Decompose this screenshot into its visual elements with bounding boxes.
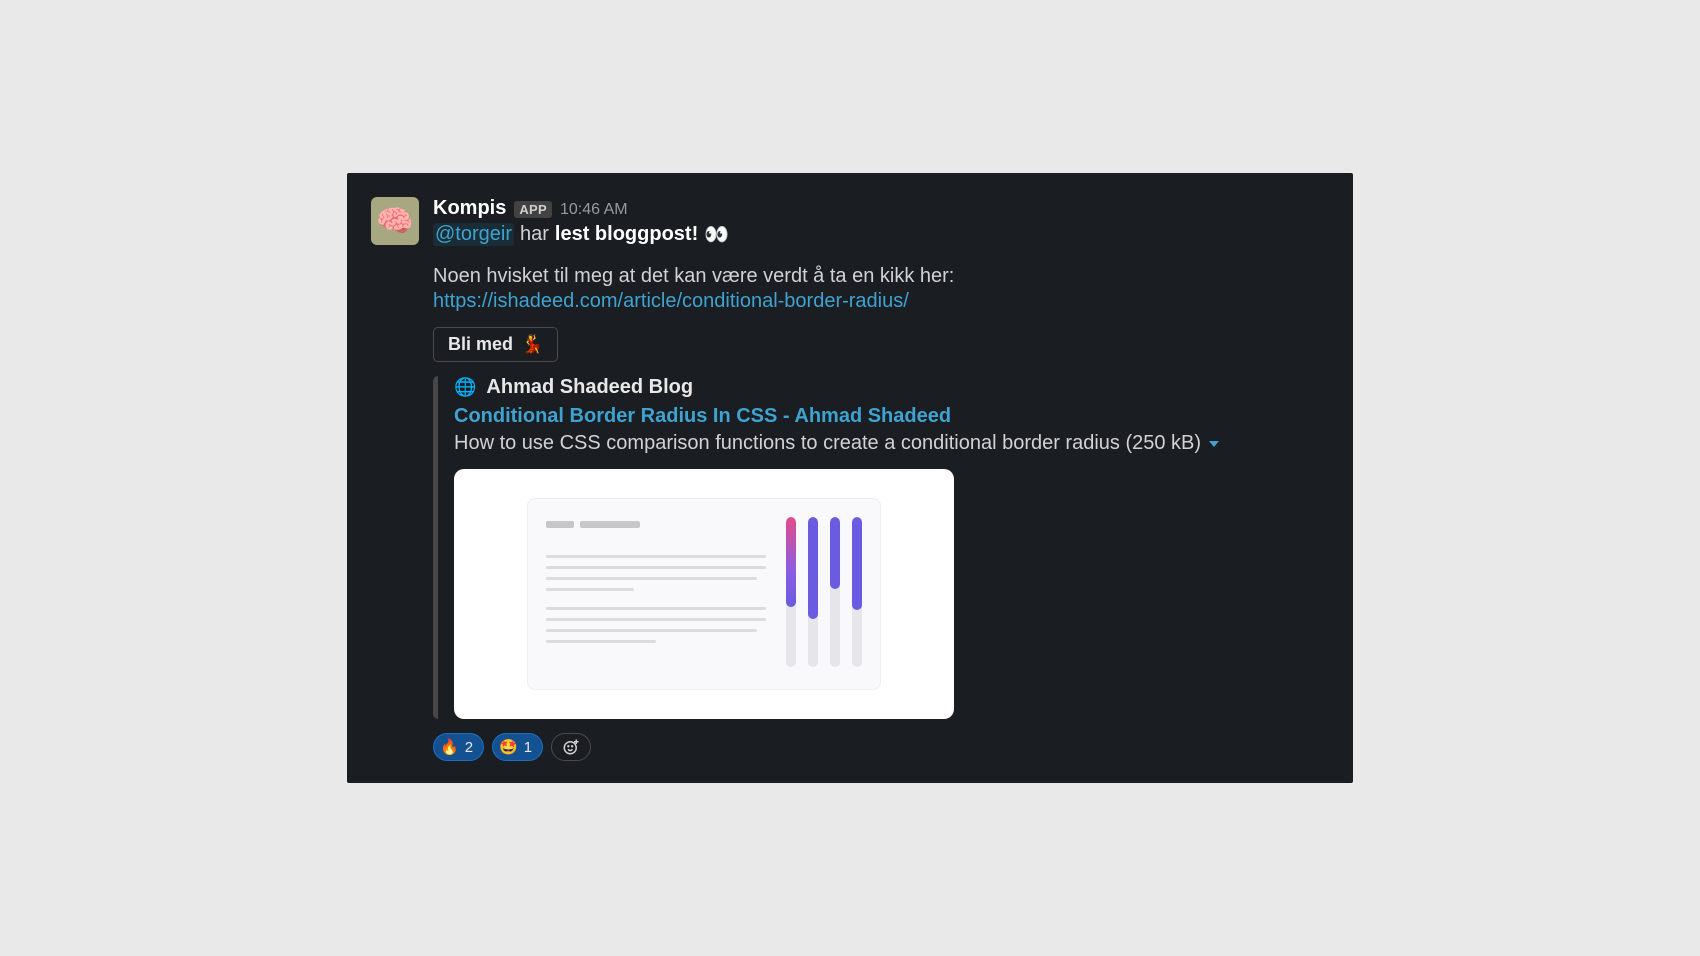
unfurl-title[interactable]: Conditional Border Radius In CSS - Ahmad… [454, 405, 1323, 428]
author-avatar[interactable]: 🧠 [371, 197, 419, 245]
author-name[interactable]: Kompis [433, 197, 506, 220]
message-content: Kompis APP 10:46 AM @torgeir har lest bl… [433, 197, 1323, 761]
reaction-count: 2 [465, 739, 473, 756]
collapse-caret-icon[interactable] [1209, 441, 1219, 447]
message-subject: @torgeir har lest bloggpost! 👀 [433, 222, 1323, 247]
unfurl-description-text: How to use CSS comparison functions to c… [454, 432, 1201, 455]
add-reaction-icon [562, 738, 580, 756]
reaction-starstruck[interactable]: 🤩 1 [492, 733, 543, 761]
join-button-label: Bli med [448, 334, 513, 355]
subject-text-bold: lest bloggpost! [555, 223, 698, 246]
add-reaction-button[interactable] [551, 733, 591, 761]
unfurl-source-name: Ahmad Shadeed Blog [486, 376, 693, 399]
slack-message: 🧠 Kompis APP 10:46 AM @torgeir har lest … [347, 173, 1353, 783]
reactions-bar: 🔥 2 🤩 1 [433, 733, 1323, 761]
message-body-text: Noen hvisket til meg at det kan være ver… [433, 265, 1323, 288]
globe-icon: 🌐 [454, 377, 476, 398]
dancer-emoji-icon: 💃 [521, 334, 543, 355]
fire-emoji-icon: 🔥 [440, 738, 459, 756]
timestamp[interactable]: 10:46 AM [560, 201, 628, 219]
starstruck-emoji-icon: 🤩 [499, 738, 518, 756]
reaction-count: 1 [524, 739, 532, 756]
join-button[interactable]: Bli med 💃 [433, 327, 558, 362]
user-mention[interactable]: @torgeir [433, 223, 514, 246]
link-unfurl: 🌐 Ahmad Shadeed Blog Conditional Border … [433, 376, 1323, 719]
preview-graphic [527, 498, 881, 690]
message-header: Kompis APP 10:46 AM [433, 197, 1323, 220]
app-badge: APP [514, 201, 552, 218]
eyes-emoji-icon: 👀 [704, 222, 729, 247]
unfurl-source: 🌐 Ahmad Shadeed Blog [454, 376, 1323, 399]
message-body-link[interactable]: https://ishadeed.com/article/conditional… [433, 290, 909, 312]
subject-text-plain: har [520, 223, 549, 246]
preview-text-placeholder [546, 521, 766, 667]
preview-bars [786, 521, 862, 667]
unfurl-preview-image[interactable] [454, 469, 954, 719]
unfurl-description: How to use CSS comparison functions to c… [454, 432, 1323, 455]
reaction-fire[interactable]: 🔥 2 [433, 733, 484, 761]
